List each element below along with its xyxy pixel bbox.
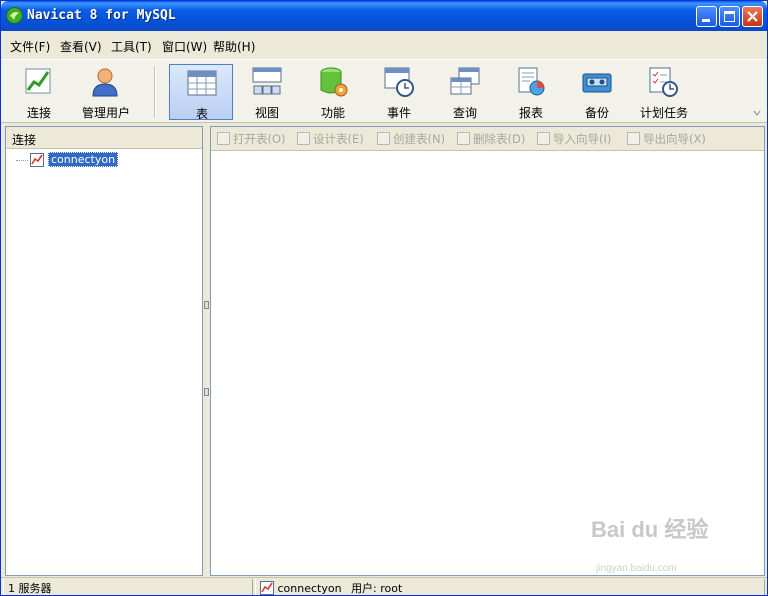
- design-table-icon: [297, 132, 310, 145]
- export-wizard-button[interactable]: 导出向导(X): [627, 131, 706, 147]
- schedule-label: 计划任务: [639, 106, 688, 120]
- user-icon: [92, 68, 118, 97]
- import-wizard-label: 导入向导(I): [553, 132, 612, 146]
- manage-users-button[interactable]: 管理用户: [73, 64, 139, 120]
- function-label: 功能: [320, 106, 345, 120]
- watermark-url: jingyan.baidu.com: [596, 563, 677, 574]
- backup-button[interactable]: 备份: [565, 64, 629, 120]
- event-button[interactable]: 事件: [367, 64, 431, 120]
- object-toolbar: 打开表(O) 设计表(E) 创建表(N) 删除表(D) 导入向导(I) 导出向导…: [211, 127, 764, 151]
- open-table-button[interactable]: 打开表(O): [217, 131, 286, 147]
- status-connection-info: connectyon 用户: root: [255, 579, 765, 595]
- connection-name[interactable]: connectyon: [48, 152, 119, 167]
- report-label: 报表: [518, 106, 543, 120]
- query-label: 查询: [452, 106, 477, 120]
- connection-icon: [30, 153, 44, 167]
- export-icon: [627, 132, 640, 145]
- open-table-label: 打开表(O): [233, 132, 286, 146]
- query-icon: [450, 67, 480, 95]
- create-table-label: 创建表(N): [393, 132, 446, 146]
- schedule-icon: [649, 67, 678, 97]
- window-title: Navicat 8 for MySQL: [27, 8, 176, 23]
- connection-panel-header: 连接: [6, 127, 202, 149]
- watermark-logo: Bai du 经验: [591, 517, 709, 542]
- backup-label: 备份: [584, 106, 609, 120]
- schedule-button[interactable]: 计划任务: [631, 64, 697, 120]
- delete-table-label: 删除表(D): [473, 132, 526, 146]
- function-database-icon: [320, 67, 348, 97]
- query-button[interactable]: 查询: [433, 64, 497, 120]
- connection-panel: 连接 connectyon: [5, 126, 203, 576]
- menu-window[interactable]: 窗口(W): [162, 38, 207, 55]
- view-label: 视图: [254, 106, 279, 120]
- close-icon: [747, 11, 758, 22]
- splitter-grip-top[interactable]: [204, 301, 209, 309]
- close-button[interactable]: [742, 6, 763, 27]
- design-table-button[interactable]: 设计表(E): [297, 131, 364, 147]
- menu-file[interactable]: 文件(F): [10, 38, 50, 55]
- table-label: 表: [195, 107, 208, 121]
- splitter-grip-bottom[interactable]: [204, 388, 209, 396]
- event-clock-icon: [384, 67, 414, 97]
- menu-bar: 文件(F) 查看(V) 工具(T) 窗口(W) 帮助(H): [1, 32, 767, 58]
- table-icon: [187, 70, 217, 96]
- design-table-label: 设计表(E): [313, 132, 364, 146]
- open-table-icon: [217, 132, 230, 145]
- create-table-icon: [377, 132, 390, 145]
- delete-table-icon: [457, 132, 470, 145]
- minimize-button[interactable]: [696, 6, 717, 27]
- import-wizard-button[interactable]: 导入向导(I): [537, 131, 611, 147]
- export-wizard-label: 导出向导(X): [643, 132, 706, 146]
- status-bar: 1 服务器 connectyon 用户: root: [1, 577, 767, 595]
- object-panel: 打开表(O) 设计表(E) 创建表(N) 删除表(D) 导入向导(I) 导出向导…: [210, 126, 765, 576]
- table-button[interactable]: 表: [169, 64, 233, 121]
- tree-connector-line: [16, 160, 28, 161]
- panel-splitter[interactable]: [203, 126, 210, 576]
- navicat-logo-icon: [6, 7, 23, 24]
- status-user: 用户: root: [351, 582, 403, 595]
- connection-status-icon: [260, 581, 274, 595]
- report-button[interactable]: 报表: [499, 64, 563, 120]
- main-toolbar: 连接 管理用户 表 视图 功能 事件 查询 报表 备份 计划任务: [1, 59, 767, 123]
- status-connection-name: connectyon: [277, 582, 342, 595]
- status-server-count: 1 服务器: [3, 579, 253, 595]
- view-icon: [252, 67, 282, 95]
- delete-table-button[interactable]: 删除表(D): [457, 131, 525, 147]
- function-button[interactable]: 功能: [301, 64, 365, 120]
- connection-chart-icon: [25, 68, 51, 94]
- report-icon: [518, 67, 545, 96]
- toolbar-overflow-chevron-icon[interactable]: [753, 110, 761, 116]
- title-bar[interactable]: Navicat 8 for MySQL: [1, 1, 767, 31]
- backup-tape-icon: [582, 73, 612, 93]
- maximize-button[interactable]: [719, 6, 740, 27]
- connect-button[interactable]: 连接: [7, 64, 71, 120]
- create-table-button[interactable]: 创建表(N): [377, 131, 445, 147]
- app-window: Navicat 8 for MySQL 文件(F) 查看(V) 工具(T) 窗口…: [0, 0, 768, 596]
- menu-help[interactable]: 帮助(H): [213, 38, 255, 55]
- import-icon: [537, 132, 550, 145]
- manage-users-label: 管理用户: [81, 106, 130, 120]
- toolbar-separator: [154, 66, 156, 118]
- view-button[interactable]: 视图: [235, 64, 299, 120]
- menu-tools[interactable]: 工具(T): [111, 38, 152, 55]
- connect-label: 连接: [26, 106, 51, 120]
- event-label: 事件: [386, 106, 411, 120]
- menu-view[interactable]: 查看(V): [60, 38, 102, 55]
